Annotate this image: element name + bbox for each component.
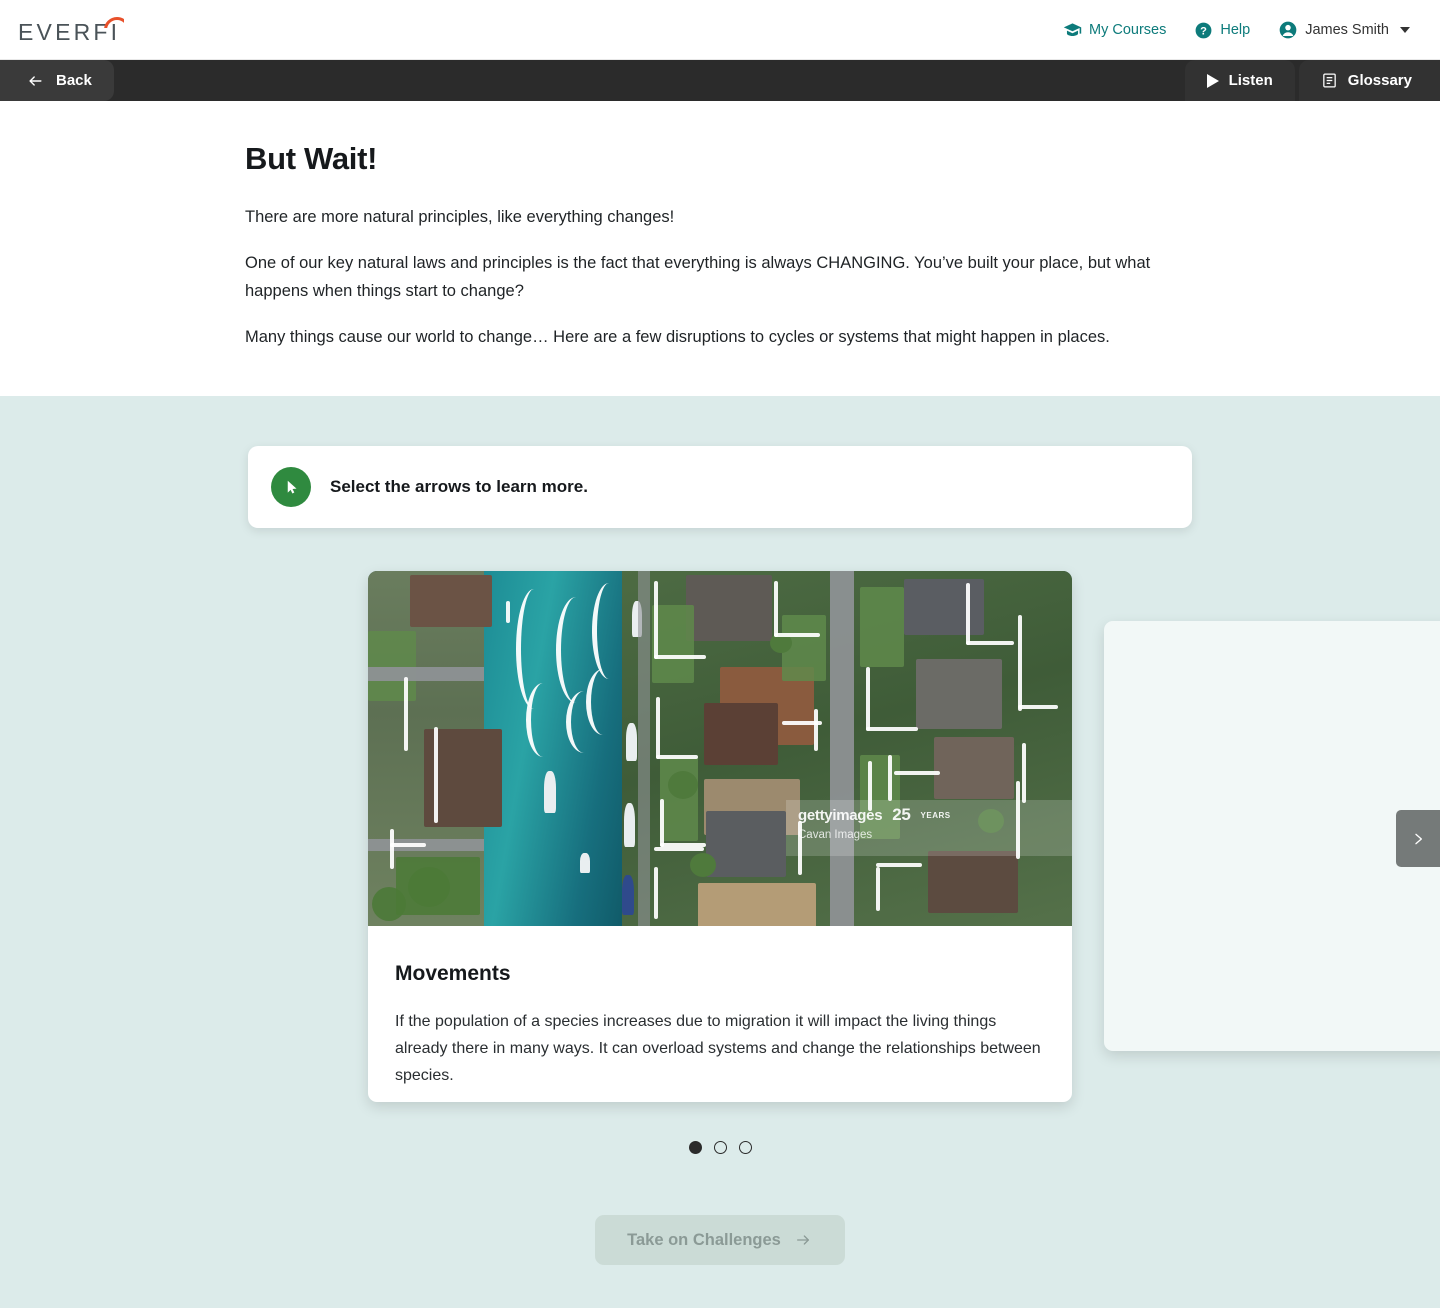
watermark-credit: Cavan Images — [798, 829, 873, 841]
lesson-intro-section: But Wait! There are more natural princip… — [0, 101, 1440, 396]
arrow-right-icon — [793, 1232, 813, 1248]
lesson-toolbar: Back Listen Glossary — [0, 60, 1440, 101]
glossary-button-label: Glossary — [1347, 72, 1412, 89]
toolbar-actions: Listen Glossary — [1181, 60, 1440, 101]
user-name-label: James Smith — [1305, 22, 1389, 38]
image-watermark: gettyimages 25 YEARS Cavan Images — [786, 800, 1072, 856]
user-circle-icon — [1278, 20, 1298, 40]
intro-content: But Wait! There are more natural princip… — [0, 101, 1440, 351]
carousel-card-body: Movements If the population of a species… — [368, 926, 1072, 1089]
cta-container: Take on Challenges — [0, 1215, 1440, 1265]
play-icon — [1206, 73, 1219, 88]
carousel-card-active[interactable]: gettyimages 25 YEARS Cavan Images Moveme… — [368, 571, 1072, 1102]
back-button-label: Back — [56, 72, 92, 89]
carousel-dot-1[interactable] — [688, 1141, 702, 1154]
carousel-dot-3[interactable] — [738, 1141, 752, 1154]
carousel-dot-2[interactable] — [713, 1141, 727, 1154]
nav-item-my-courses-label: My Courses — [1089, 22, 1167, 38]
chevron-right-icon — [1410, 827, 1426, 851]
intro-paragraph-2: One of our key natural laws and principl… — [245, 254, 1151, 300]
carousel-card-title: Movements — [395, 962, 511, 985]
watermark-years-label: YEARS — [920, 810, 951, 820]
nav-item-my-courses[interactable]: My Courses — [1049, 0, 1180, 60]
nav-item-user-menu[interactable]: James Smith — [1264, 0, 1424, 60]
nav-item-help[interactable]: ? Help — [1180, 0, 1264, 60]
back-button[interactable]: Back — [0, 60, 114, 101]
carousel-card-image: gettyimages 25 YEARS Cavan Images — [368, 571, 1072, 926]
carousel-card-next[interactable] — [1104, 621, 1440, 1051]
take-on-challenges-label: Take on Challenges — [627, 1230, 781, 1249]
chevron-down-icon — [1400, 27, 1410, 33]
brand-header: EVERFI My Courses ? Help James Smith — [0, 0, 1440, 60]
graduation-cap-icon — [1063, 21, 1082, 40]
take-on-challenges-button[interactable]: Take on Challenges — [595, 1215, 845, 1265]
watermark-years: 25 — [892, 805, 911, 824]
intro-paragraph-1: There are more natural principles, like … — [245, 208, 675, 226]
svg-text:?: ? — [1200, 25, 1207, 37]
carousel-section: Select the arrows to learn more. gettyim… — [0, 396, 1440, 1308]
intro-paragraph-3: Many things cause our world to change… H… — [245, 328, 1110, 346]
nav-item-help-label: Help — [1220, 22, 1251, 38]
carousel-next-button[interactable] — [1396, 810, 1440, 867]
watermark-brand: gettyimages — [798, 806, 883, 824]
arrow-left-icon — [26, 73, 45, 89]
glossary-button[interactable]: Glossary — [1298, 60, 1440, 101]
listen-button-label: Listen — [1228, 72, 1273, 89]
disruptions-carousel: gettyimages 25 YEARS Cavan Images Moveme… — [0, 396, 1440, 1308]
page-title: But Wait! — [245, 141, 378, 176]
carousel-pagination — [0, 1141, 1440, 1154]
everfi-logo-arc-icon — [104, 17, 124, 28]
book-icon — [1321, 72, 1338, 89]
question-circle-icon: ? — [1194, 21, 1213, 40]
carousel-card-description: If the population of a species increases… — [395, 1013, 1041, 1084]
listen-button[interactable]: Listen — [1184, 60, 1295, 101]
top-navigation: My Courses ? Help James Smith — [1049, 0, 1424, 60]
everfi-logo[interactable]: EVERFI — [18, 16, 124, 44]
